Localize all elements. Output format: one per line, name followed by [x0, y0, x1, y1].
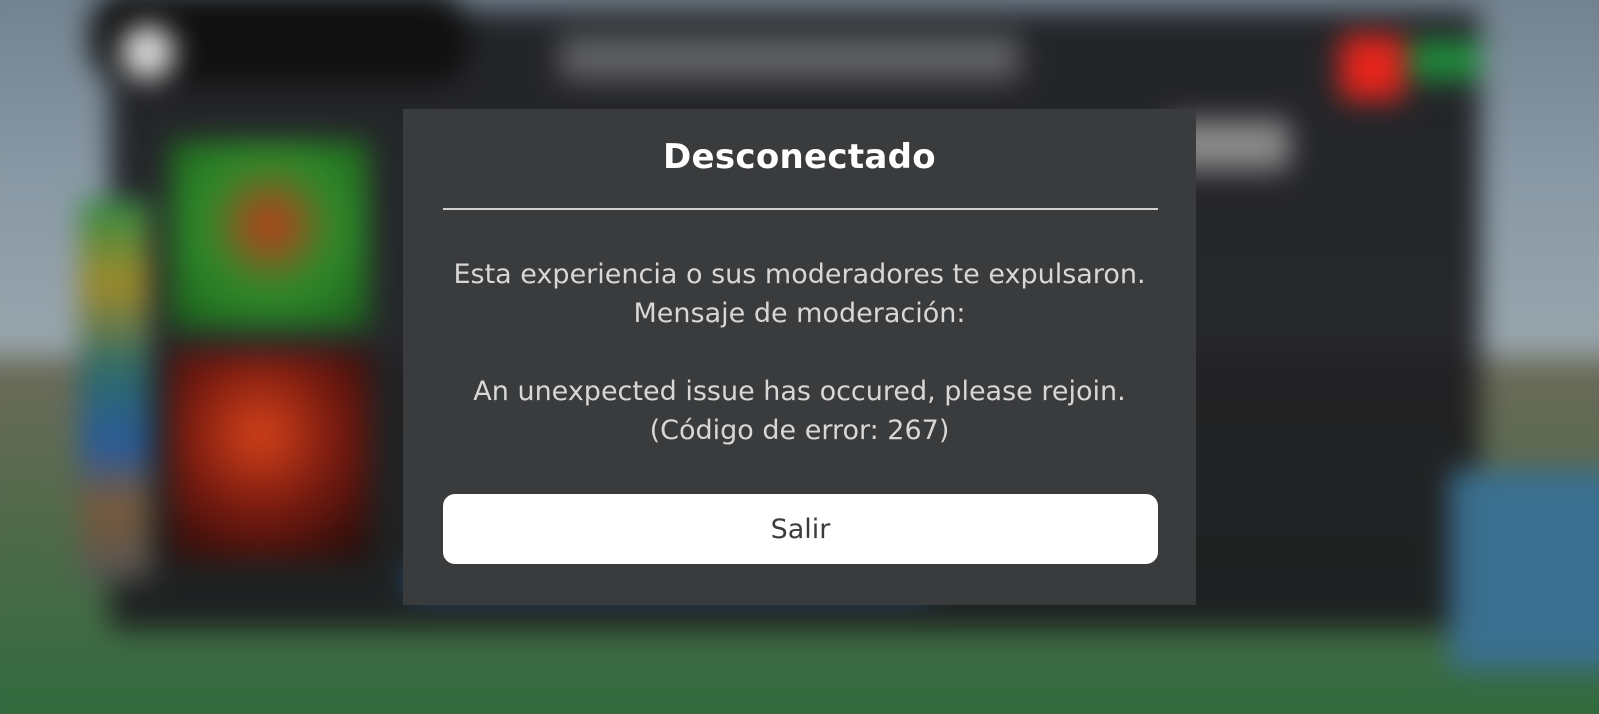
error-code: (Código de error: 267) [649, 415, 950, 446]
background-thumbnail [170, 350, 370, 560]
disconnect-dialog: Desconectado Esta experiencia o sus mode… [403, 109, 1196, 605]
background-water [1450, 470, 1599, 670]
exit-button[interactable]: Salir [443, 494, 1158, 564]
message-line: Esta experiencia o sus moderadores te ex… [453, 259, 1146, 290]
message-spacer [403, 333, 1196, 372]
background-green-button [1410, 40, 1480, 80]
dialog-message: Esta experiencia o sus moderadores te ex… [403, 255, 1196, 450]
background-side-buttons [80, 200, 150, 580]
message-line: Mensaje de moderación: [633, 298, 966, 329]
dialog-divider [443, 208, 1158, 210]
background-title [560, 35, 1020, 80]
background-close-icon [1340, 35, 1405, 100]
screen: Desconectado Esta experiencia o sus mode… [0, 0, 1599, 714]
moderation-message: An unexpected issue has occured, please … [473, 376, 1126, 407]
background-thumbnail [170, 140, 370, 330]
dialog-title: Desconectado [663, 137, 936, 177]
background-logo-icon [120, 25, 175, 80]
